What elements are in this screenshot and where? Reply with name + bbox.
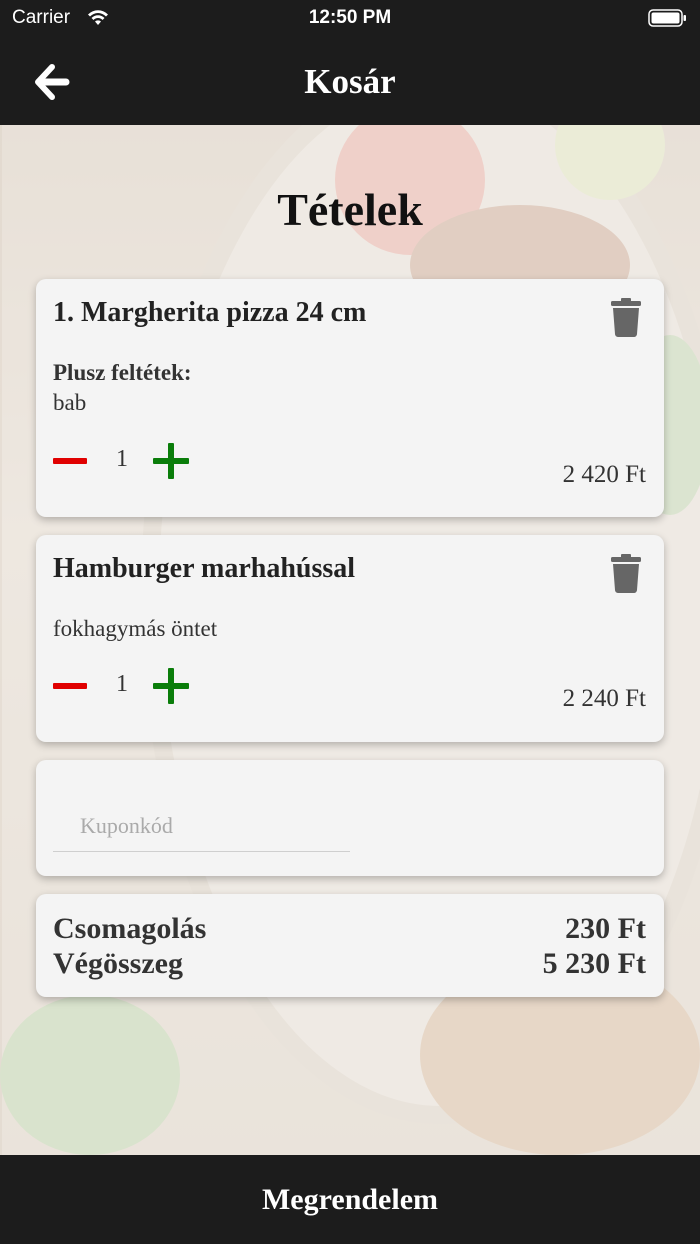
decrease-quantity-button[interactable] [53,444,87,478]
page-title: Kosár [304,62,396,101]
delete-button[interactable] [610,553,642,593]
nav-bar: Kosár [0,40,700,125]
minus-icon [53,683,87,689]
plus-icon [153,668,189,704]
decrease-quantity-button[interactable] [53,669,87,703]
packaging-value: 230 Ft [565,912,646,945]
increase-quantity-button[interactable] [153,668,189,704]
quantity-value: 1 [116,446,128,472]
cart-item: 1. Margherita pizza 24 cm Plusz feltétek… [36,279,664,517]
item-price: 2 240 Ft [562,685,646,712]
item-price: 2 420 Ft [562,461,646,488]
quantity-value: 1 [116,671,128,697]
coupon-card [36,760,664,876]
order-button[interactable]: Megrendelem [0,1155,700,1244]
section-title: Tételek [277,184,423,235]
clock: 12:50 PM [308,7,392,28]
item-name: Hamburger marhahússal [53,553,356,584]
total-label: Végösszeg [53,947,183,980]
increase-quantity-button[interactable] [153,443,189,479]
plus-icon [153,443,189,479]
extras-value: fokhagymás öntet [53,616,218,641]
delete-button[interactable] [610,297,642,337]
totals-card: Csomagolás 230 Ft Végösszeg 5 230 Ft [36,894,664,997]
extras-label: Plusz feltétek: [53,360,192,385]
extras-value: bab [53,390,87,415]
trash-icon [611,298,641,337]
item-name: 1. Margherita pizza 24 cm [53,297,367,328]
coupon-input[interactable] [53,800,350,852]
cart-item: Hamburger marhahússal fokhagymás öntet 1… [36,535,664,742]
status-bar: Carrier 12:50 PM [0,0,700,40]
packaging-row: Csomagolás 230 Ft [53,912,646,946]
packaging-label: Csomagolás [53,912,207,945]
total-row: Végösszeg 5 230 Ft [53,947,646,981]
minus-icon [53,458,87,464]
battery-icon [648,8,688,33]
total-value: 5 230 Ft [542,947,646,980]
trash-icon [611,554,641,593]
